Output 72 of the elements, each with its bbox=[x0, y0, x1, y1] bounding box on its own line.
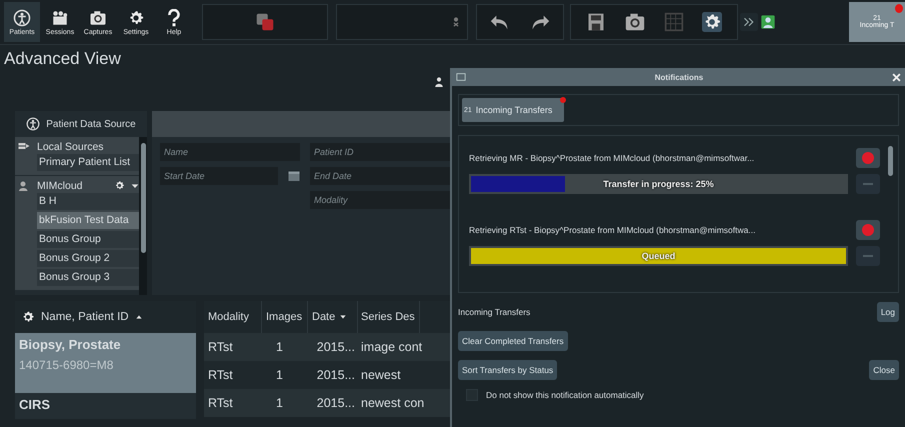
clear-button[interactable]: Clear Completed Transfers bbox=[458, 331, 568, 351]
sort-ascending-icon[interactable] bbox=[134, 313, 143, 321]
log-button[interactable]: Log bbox=[876, 302, 899, 322]
panel-title: Notifications bbox=[654, 72, 704, 82]
camera-icon[interactable] bbox=[624, 11, 646, 33]
calendar-icon[interactable] bbox=[288, 170, 300, 182]
settings-icon[interactable] bbox=[114, 180, 125, 191]
group-name: Local Sources bbox=[37, 140, 104, 152]
source-item[interactable]: Bonus Group 2 bbox=[37, 250, 139, 267]
patient-name: Biopsy, Prostate bbox=[19, 337, 122, 352]
table-cell-text: RTst bbox=[207, 368, 234, 382]
panel-title: Patient Data Source bbox=[46, 118, 136, 130]
alert-dot bbox=[895, 4, 903, 13]
patient-row[interactable]: CIRS bbox=[15, 393, 196, 419]
search-field[interactable]: End Date bbox=[310, 167, 450, 185]
patients-icon bbox=[26, 117, 40, 131]
table-cell-text: newest bbox=[360, 368, 401, 382]
help-icon bbox=[165, 8, 183, 26]
window-icon[interactable] bbox=[456, 72, 466, 82]
table-cell-text: 2015... bbox=[316, 396, 356, 410]
scrollbar[interactable] bbox=[139, 137, 147, 295]
checkbox-label: Do not show this notification automatically bbox=[486, 390, 644, 400]
list-header[interactable]: Name, Patient ID bbox=[15, 301, 196, 333]
source-item[interactable]: bkFusion Test Data bbox=[37, 212, 139, 229]
search-field[interactable]: Start Date bbox=[160, 167, 278, 185]
table-cell-text: 2015... bbox=[316, 368, 356, 382]
sort-button[interactable]: Sort Transfers by Status bbox=[458, 360, 558, 380]
source-item[interactable]: Primary Patient List bbox=[37, 154, 139, 171]
transfer-description: Retrieving MR - Biopsy^Prostate from MIMcloud (bhorstman@mimsoftwar... bbox=[469, 153, 756, 163]
close-button[interactable]: Close bbox=[869, 360, 899, 380]
tab-label: Incoming Transfers bbox=[476, 105, 552, 115]
source-item[interactable]: B H bbox=[37, 193, 139, 210]
column-label: Modality bbox=[208, 311, 249, 323]
progress-label: Transfer in progress: 25% bbox=[603, 179, 714, 189]
double-chevron-icon[interactable] bbox=[740, 13, 758, 31]
table-cell-text: 2015... bbox=[316, 340, 356, 354]
section-label: Incoming Transfers bbox=[458, 307, 530, 317]
caret-icon[interactable] bbox=[131, 182, 139, 190]
close-icon[interactable] bbox=[892, 72, 901, 82]
table-cell-text: RTst bbox=[207, 396, 234, 410]
search-field[interactable]: Modality bbox=[310, 191, 450, 209]
table-cell-text: 1 bbox=[275, 396, 284, 410]
captures-icon bbox=[89, 8, 107, 26]
table-cell-text: 1 bbox=[275, 368, 284, 382]
source-item[interactable]: Bonus Group bbox=[37, 231, 139, 248]
user-icon[interactable] bbox=[760, 13, 776, 31]
patient-id: 140715-6980=M8 bbox=[19, 358, 114, 372]
table-cell-text: image cont bbox=[360, 340, 422, 354]
group-name: MIMcloud bbox=[37, 180, 83, 192]
progress-label: Queued bbox=[642, 251, 676, 261]
column-label: Name, Patient ID bbox=[41, 311, 129, 323]
source-item[interactable]: Bonus Group 3 bbox=[37, 269, 139, 286]
search-field[interactable]: Name bbox=[160, 143, 300, 161]
search-field[interactable]: Patient ID bbox=[310, 143, 450, 161]
transfer-description: Retrieving RTst - Biopsy^Prostate from MIMcloud (bhorstman@mimsoftwa... bbox=[469, 225, 756, 235]
save-icon[interactable] bbox=[586, 12, 606, 32]
patient-name: CIRS bbox=[19, 397, 52, 412]
table-cell-text: newest con bbox=[360, 396, 424, 410]
settings-icon[interactable] bbox=[702, 12, 722, 32]
column-label: Images bbox=[266, 311, 302, 323]
person-icon[interactable] bbox=[434, 75, 444, 89]
table-cell-text: 1 bbox=[275, 340, 284, 354]
view-title: Advanced View bbox=[3, 48, 122, 70]
layers-icon[interactable] bbox=[254, 11, 276, 33]
sessions-icon bbox=[51, 8, 69, 26]
column-label: Series Des bbox=[361, 311, 415, 323]
patients-icon bbox=[13, 8, 31, 26]
sort-descending-icon[interactable] bbox=[339, 313, 348, 321]
alert-dot bbox=[560, 97, 566, 103]
table-cell-text: RTst bbox=[207, 340, 234, 354]
settings-icon[interactable] bbox=[21, 310, 35, 324]
column-label: Date bbox=[312, 311, 336, 323]
